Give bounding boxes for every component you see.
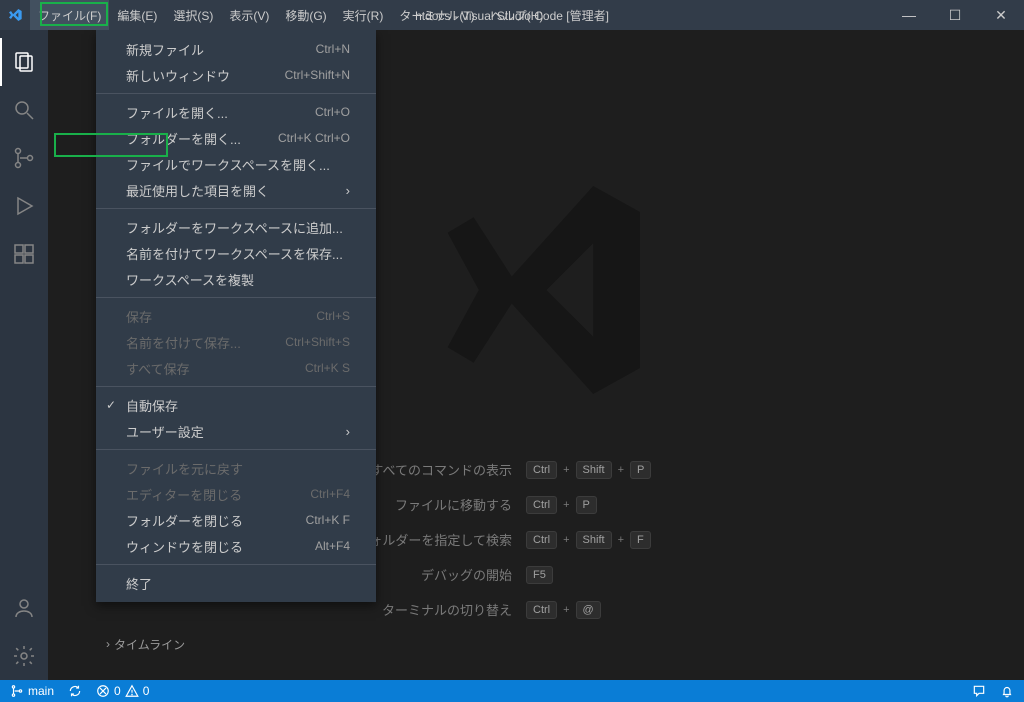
check-icon: ✓ <box>106 398 116 412</box>
menu-go[interactable]: 移動(G) <box>277 0 334 30</box>
maximize-button[interactable]: ☐ <box>932 0 978 30</box>
menu-view[interactable]: 表示(V) <box>221 0 277 30</box>
menu-selection[interactable]: 選択(S) <box>165 0 221 30</box>
statusbar: main 0 0 <box>0 680 1024 702</box>
file-menu-dropdown: 新規ファイル Ctrl+N 新しいウィンドウ Ctrl+Shift+N ファイル… <box>96 30 376 602</box>
sb-branch[interactable]: main <box>10 684 54 698</box>
menu-open-workspace[interactable]: ファイルでワークスペースを開く... <box>96 151 376 177</box>
minimize-button[interactable]: — <box>886 0 932 30</box>
shortcut-toggle-terminal: ターミナルの切り替え Ctrl+ @ <box>266 600 806 619</box>
menu-separator <box>96 449 376 450</box>
activity-bar <box>0 30 48 680</box>
window-title: htdocs - Visual Studio Code [管理者] <box>415 7 609 24</box>
menu-close-editor: エディターを閉じる Ctrl+F4 <box>96 481 376 507</box>
menu-save: 保存 Ctrl+S <box>96 303 376 329</box>
vscode-watermark-icon <box>406 160 666 423</box>
extensions-icon[interactable] <box>0 230 48 278</box>
menu-close-folder[interactable]: フォルダーを閉じる Ctrl+K F <box>96 507 376 533</box>
close-button[interactable]: ✕ <box>978 0 1024 30</box>
explorer-sections: › タイムライン <box>96 630 195 658</box>
menu-duplicate-workspace[interactable]: ワークスペースを複製 <box>96 266 376 292</box>
search-icon[interactable] <box>0 86 48 134</box>
menu-auto-save[interactable]: ✓ 自動保存 <box>96 392 376 418</box>
menu-separator <box>96 208 376 209</box>
menu-file[interactable]: ファイル(F) <box>30 0 109 30</box>
sb-bell-icon[interactable] <box>1000 684 1014 698</box>
menu-separator <box>96 93 376 94</box>
timeline-section[interactable]: › タイムライン <box>106 634 185 654</box>
menu-open-recent[interactable]: 最近使用した項目を開く › <box>96 177 376 203</box>
menu-edit[interactable]: 編集(E) <box>109 0 165 30</box>
body: 新規ファイル Ctrl+N 新しいウィンドウ Ctrl+Shift+N ファイル… <box>0 30 1024 680</box>
chevron-right-icon: › <box>346 183 350 198</box>
menu-separator <box>96 386 376 387</box>
explorer-icon[interactable] <box>0 38 48 86</box>
run-debug-icon[interactable] <box>0 182 48 230</box>
menu-new-file[interactable]: 新規ファイル Ctrl+N <box>96 36 376 62</box>
menu-save-workspace-as[interactable]: 名前を付けてワークスペースを保存... <box>96 240 376 266</box>
settings-gear-icon[interactable] <box>0 632 48 680</box>
vscode-window: ファイル(F) 編集(E) 選択(S) 表示(V) 移動(G) 実行(R) ター… <box>0 0 1024 702</box>
menu-save-all: すべて保存 Ctrl+K S <box>96 355 376 381</box>
menu-preferences[interactable]: ユーザー設定 › <box>96 418 376 444</box>
menu-exit[interactable]: 終了 <box>96 570 376 596</box>
editor-area: 新規ファイル Ctrl+N 新しいウィンドウ Ctrl+Shift+N ファイル… <box>48 30 1024 680</box>
sb-feedback-icon[interactable] <box>972 684 986 698</box>
menu-new-window[interactable]: 新しいウィンドウ Ctrl+Shift+N <box>96 62 376 88</box>
menu-separator <box>96 297 376 298</box>
window-controls: — ☐ ✕ <box>886 0 1024 30</box>
menu-add-folder-workspace[interactable]: フォルダーをワークスペースに追加... <box>96 214 376 240</box>
chevron-right-icon: › <box>106 637 110 651</box>
vscode-logo-icon <box>0 7 30 23</box>
menu-save-as: 名前を付けて保存... Ctrl+Shift+S <box>96 329 376 355</box>
accounts-icon[interactable] <box>0 584 48 632</box>
titlebar: ファイル(F) 編集(E) 選択(S) 表示(V) 移動(G) 実行(R) ター… <box>0 0 1024 30</box>
menu-close-window[interactable]: ウィンドウを閉じる Alt+F4 <box>96 533 376 559</box>
menu-run[interactable]: 実行(R) <box>335 0 392 30</box>
sb-sync[interactable] <box>68 684 82 698</box>
menu-open-folder[interactable]: フォルダーを開く... Ctrl+K Ctrl+O <box>96 125 376 151</box>
chevron-right-icon: › <box>346 424 350 439</box>
menu-separator <box>96 564 376 565</box>
sb-problems[interactable]: 0 0 <box>96 684 149 698</box>
source-control-icon[interactable] <box>0 134 48 182</box>
menu-revert-file: ファイルを元に戻す <box>96 455 376 481</box>
menu-open-file[interactable]: ファイルを開く... Ctrl+O <box>96 99 376 125</box>
